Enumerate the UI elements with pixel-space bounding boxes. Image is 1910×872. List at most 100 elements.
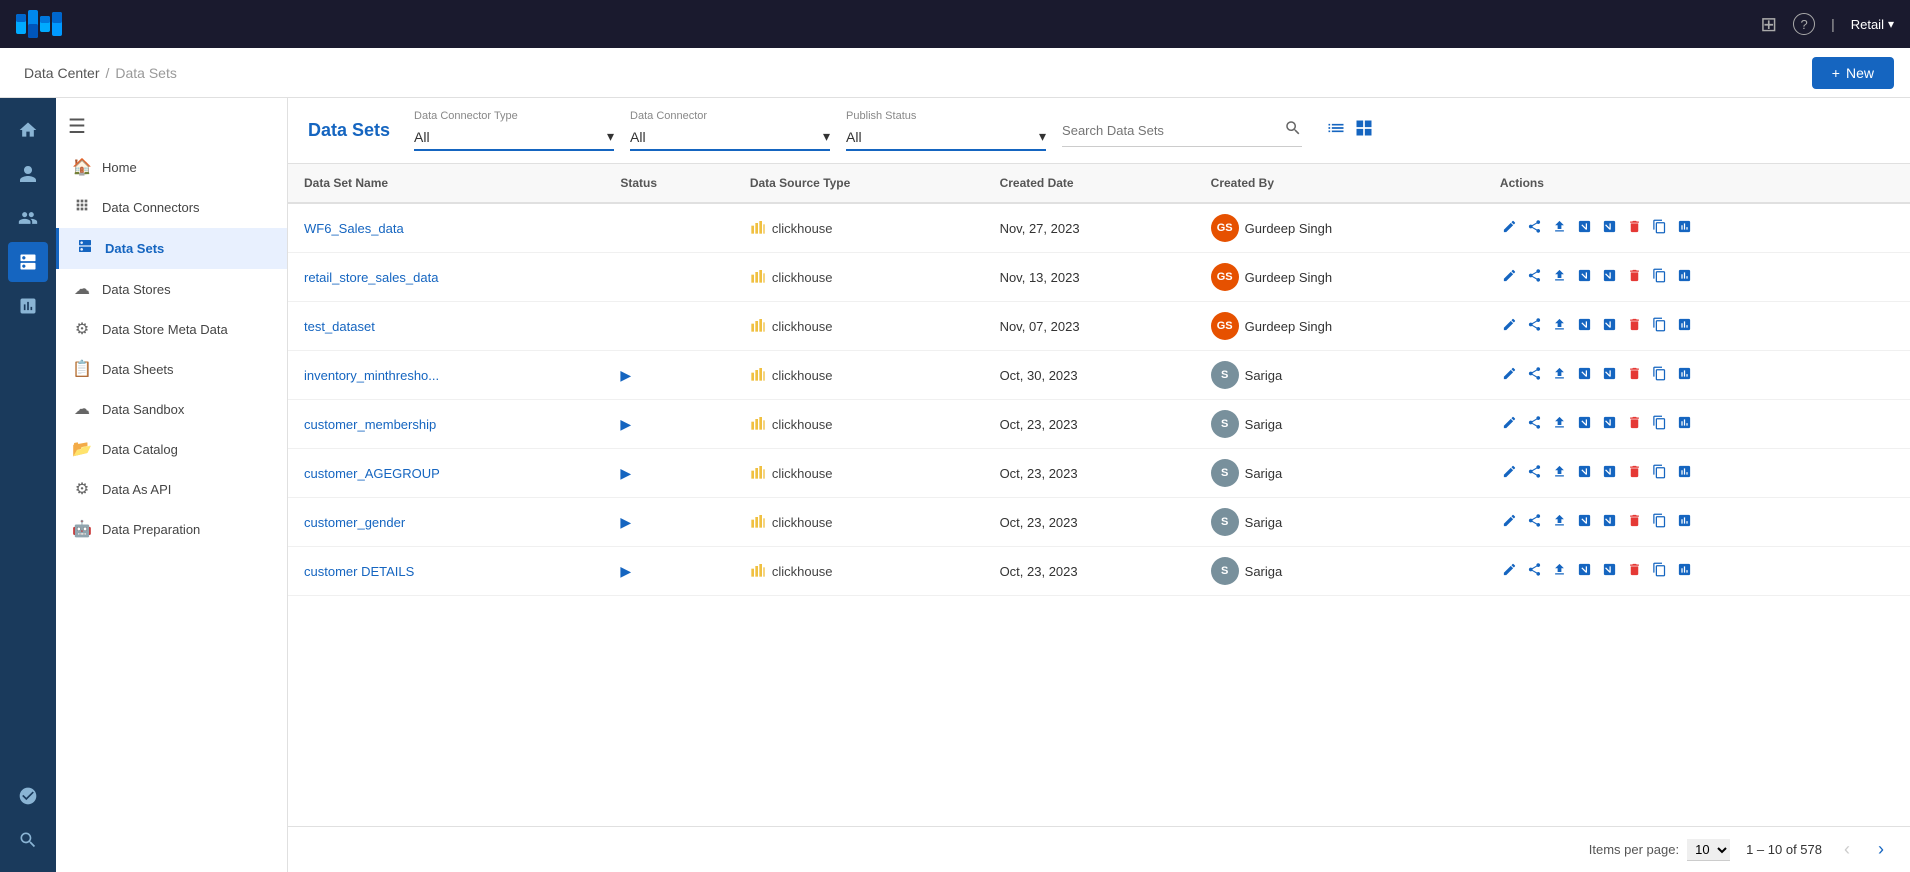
sidebar-icon-home[interactable] <box>8 110 48 150</box>
sidebar-item-home[interactable]: 🏠 Home <box>56 147 287 187</box>
sidebar-icon-database[interactable] <box>8 242 48 282</box>
upload-button[interactable] <box>1550 560 1569 582</box>
sidebar-item-data-sandbox[interactable]: ☁ Data Sandbox <box>56 389 287 429</box>
sidebar-icon-user[interactable] <box>8 154 48 194</box>
delete-button[interactable] <box>1625 266 1644 288</box>
delete-button[interactable] <box>1625 315 1644 337</box>
upload-button[interactable] <box>1550 364 1569 386</box>
edit-button[interactable] <box>1500 315 1519 337</box>
export-arrow-button[interactable] <box>1575 560 1594 582</box>
chart-button[interactable] <box>1675 413 1694 435</box>
breadcrumb-data-center[interactable]: Data Center <box>24 65 99 81</box>
prev-page-button[interactable]: ‹ <box>1838 837 1856 862</box>
grid-view-icon[interactable] <box>1354 118 1374 143</box>
hamburger-icon[interactable]: ☰ <box>68 114 86 139</box>
download-button[interactable] <box>1600 315 1619 337</box>
delete-button[interactable] <box>1625 413 1644 435</box>
dataset-name-link[interactable]: WF6_Sales_data <box>304 221 404 236</box>
share-button[interactable] <box>1525 511 1544 533</box>
chart-button[interactable] <box>1675 266 1694 288</box>
copy-button[interactable] <box>1650 462 1669 484</box>
chart-button[interactable] <box>1675 462 1694 484</box>
sidebar-item-data-connectors[interactable]: Data Connectors <box>56 187 287 228</box>
sidebar-icon-analytics[interactable] <box>8 286 48 326</box>
share-button[interactable] <box>1525 462 1544 484</box>
upload-button[interactable] <box>1550 462 1569 484</box>
help-icon[interactable]: ? <box>1793 13 1815 35</box>
list-view-icon[interactable] <box>1326 118 1346 143</box>
search-icon[interactable] <box>1284 119 1302 142</box>
edit-button[interactable] <box>1500 462 1519 484</box>
upload-button[interactable] <box>1550 315 1569 337</box>
sidebar-icon-search[interactable] <box>8 820 48 860</box>
dataset-name-link[interactable]: customer_membership <box>304 417 436 432</box>
sidebar-item-data-sheets[interactable]: 📋 Data Sheets <box>56 349 287 389</box>
edit-button[interactable] <box>1500 364 1519 386</box>
delete-button[interactable] <box>1625 462 1644 484</box>
export-arrow-button[interactable] <box>1575 315 1594 337</box>
export-arrow-button[interactable] <box>1575 462 1594 484</box>
copy-button[interactable] <box>1650 364 1669 386</box>
sidebar-item-data-preparation[interactable]: 🤖 Data Preparation <box>56 509 287 549</box>
delete-button[interactable] <box>1625 364 1644 386</box>
dataset-name-link[interactable]: customer_AGEGROUP <box>304 466 440 481</box>
download-button[interactable] <box>1600 413 1619 435</box>
upload-button[interactable] <box>1550 217 1569 239</box>
copy-button[interactable] <box>1650 217 1669 239</box>
sidebar-icon-settings[interactable] <box>8 776 48 816</box>
sidebar-icon-group[interactable] <box>8 198 48 238</box>
next-page-button[interactable]: › <box>1872 837 1890 862</box>
chart-button[interactable] <box>1675 315 1694 337</box>
copy-button[interactable] <box>1650 413 1669 435</box>
copy-button[interactable] <box>1650 511 1669 533</box>
export-arrow-button[interactable] <box>1575 364 1594 386</box>
export-arrow-button[interactable] <box>1575 217 1594 239</box>
edit-button[interactable] <box>1500 413 1519 435</box>
chart-button[interactable] <box>1675 217 1694 239</box>
sidebar-item-data-as-api[interactable]: ⚙ Data As API <box>56 469 287 509</box>
retail-dropdown[interactable]: Retail ▾ <box>1851 17 1894 32</box>
edit-button[interactable] <box>1500 560 1519 582</box>
copy-button[interactable] <box>1650 315 1669 337</box>
sidebar-item-data-stores[interactable]: ☁ Data Stores <box>56 269 287 309</box>
delete-button[interactable] <box>1625 511 1644 533</box>
share-button[interactable] <box>1525 413 1544 435</box>
delete-button[interactable] <box>1625 560 1644 582</box>
export-arrow-button[interactable] <box>1575 266 1594 288</box>
upload-button[interactable] <box>1550 511 1569 533</box>
download-button[interactable] <box>1600 266 1619 288</box>
upload-button[interactable] <box>1550 266 1569 288</box>
dataset-name-link[interactable]: inventory_minthresho... <box>304 368 439 383</box>
dataset-name-link[interactable]: customer DETAILS <box>304 564 414 579</box>
copy-button[interactable] <box>1650 560 1669 582</box>
new-button[interactable]: + New <box>1812 57 1894 89</box>
sidebar-item-data-store-meta[interactable]: ⚙ Data Store Meta Data <box>56 309 287 349</box>
items-per-page-select[interactable]: 10 25 50 <box>1687 839 1730 861</box>
search-input[interactable] <box>1062 123 1280 138</box>
dataset-name-link[interactable]: test_dataset <box>304 319 375 334</box>
share-button[interactable] <box>1525 217 1544 239</box>
sidebar-item-data-sets[interactable]: Data Sets <box>56 228 287 269</box>
download-button[interactable] <box>1600 217 1619 239</box>
dataset-name-link[interactable]: retail_store_sales_data <box>304 270 438 285</box>
download-button[interactable] <box>1600 511 1619 533</box>
edit-button[interactable] <box>1500 217 1519 239</box>
delete-button[interactable] <box>1625 217 1644 239</box>
export-arrow-button[interactable] <box>1575 511 1594 533</box>
edit-button[interactable] <box>1500 266 1519 288</box>
export-arrow-button[interactable] <box>1575 413 1594 435</box>
edit-button[interactable] <box>1500 511 1519 533</box>
dataset-name-link[interactable]: customer_gender <box>304 515 405 530</box>
chart-button[interactable] <box>1675 511 1694 533</box>
copy-button[interactable] <box>1650 266 1669 288</box>
publish-status-select[interactable]: All ▾ <box>846 124 1046 151</box>
download-button[interactable] <box>1600 364 1619 386</box>
sidebar-item-data-catalog[interactable]: 📂 Data Catalog <box>56 429 287 469</box>
share-button[interactable] <box>1525 315 1544 337</box>
download-button[interactable] <box>1600 462 1619 484</box>
share-button[interactable] <box>1525 560 1544 582</box>
connector-type-select[interactable]: All ▾ <box>414 124 614 151</box>
chart-button[interactable] <box>1675 364 1694 386</box>
share-button[interactable] <box>1525 266 1544 288</box>
download-button[interactable] <box>1600 560 1619 582</box>
